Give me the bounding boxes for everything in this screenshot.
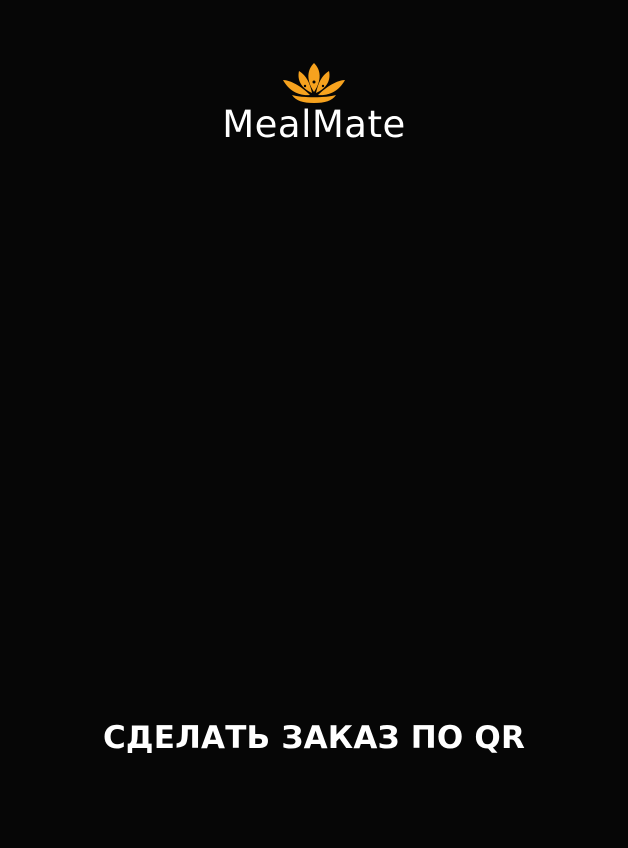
order-by-qr-button[interactable]: СДЕЛАТЬ ЗАКАЗ ПО QR [64,710,564,766]
brand-logo: MealMate [0,62,628,143]
splash-screen: MealMate СДЕЛАТЬ ЗАКАЗ ПО QR [0,0,628,848]
brand-name: MealMate [222,103,406,146]
lotus-icon [283,63,345,103]
